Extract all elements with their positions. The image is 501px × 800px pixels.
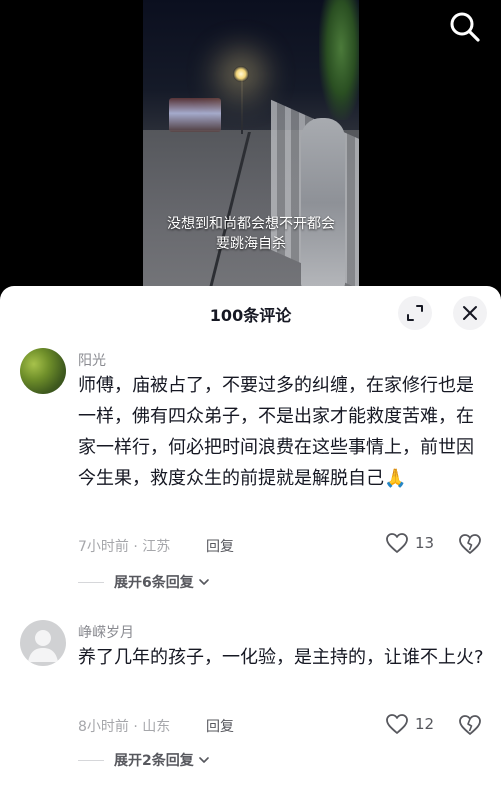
search-icon xyxy=(450,12,480,42)
comment-username[interactable]: 峥嵘岁月 xyxy=(78,622,134,642)
divider-line xyxy=(78,581,104,583)
comment-sheet: 100条评论 阳光 师傅，庙被占了，不要过多的纠缠，在家修行也是一样，佛有四众弟… xyxy=(0,286,501,800)
close-icon xyxy=(463,306,477,320)
comment-time-location: 8小时前 · 山东 xyxy=(78,719,171,735)
reply-button[interactable]: 回复 xyxy=(206,716,234,736)
chevron-down-icon xyxy=(198,579,209,585)
comment-time-location: 7小时前 · 江苏 xyxy=(78,539,171,555)
video-caption: 没想到和尚都会想不开都会 要跳海自杀 xyxy=(143,214,359,254)
video-scene-vehicle-lights xyxy=(169,98,221,132)
video-player[interactable]: 没想到和尚都会想不开都会 要跳海自杀 xyxy=(0,0,501,300)
dislike-button[interactable] xyxy=(458,714,482,740)
video-frame: 没想到和尚都会想不开都会 要跳海自杀 xyxy=(143,0,359,300)
broken-heart-icon xyxy=(459,534,481,554)
expand-replies-label: 展开6条回复 xyxy=(114,575,194,591)
default-avatar-icon xyxy=(28,630,58,662)
chevron-down-icon xyxy=(198,757,209,763)
expand-replies-button[interactable]: 展开2条回复 xyxy=(78,750,211,770)
avatar[interactable] xyxy=(20,348,66,394)
video-scene-street-lamp xyxy=(233,66,249,82)
avatar[interactable] xyxy=(20,620,66,666)
comment-text[interactable]: 师傅，庙被占了，不要过多的纠缠，在家修行也是一样，佛有四众弟子，不是出家才能救度… xyxy=(78,370,486,494)
like-button[interactable]: 13 xyxy=(385,532,434,554)
dislike-button[interactable] xyxy=(458,533,482,559)
broken-heart-icon xyxy=(459,715,481,735)
video-scene-tree xyxy=(319,0,359,120)
heart-icon xyxy=(386,533,408,553)
expand-replies-button[interactable]: 展开6条回复 xyxy=(78,572,211,592)
close-sheet-button[interactable] xyxy=(453,296,487,330)
heart-icon xyxy=(386,714,408,734)
expand-sheet-button[interactable] xyxy=(398,296,432,330)
expand-icon xyxy=(407,305,423,321)
divider-line xyxy=(78,759,104,761)
reply-button[interactable]: 回复 xyxy=(206,536,234,556)
video-scene-lamp-pole xyxy=(241,78,243,134)
comment-username[interactable]: 阳光 xyxy=(78,350,106,370)
video-caption-line-2: 要跳海自杀 xyxy=(216,236,286,252)
search-button[interactable] xyxy=(448,10,482,44)
expand-replies-label: 展开2条回复 xyxy=(114,753,194,769)
like-count: 13 xyxy=(415,534,435,552)
video-scene-person xyxy=(301,118,345,288)
like-button[interactable]: 12 xyxy=(385,713,434,735)
like-count: 12 xyxy=(415,715,435,733)
video-caption-line-1: 没想到和尚都会想不开都会 xyxy=(167,216,335,232)
comment-text[interactable]: 养了几年的孩子，一化验，是主持的，让谁不上火? xyxy=(78,642,486,673)
